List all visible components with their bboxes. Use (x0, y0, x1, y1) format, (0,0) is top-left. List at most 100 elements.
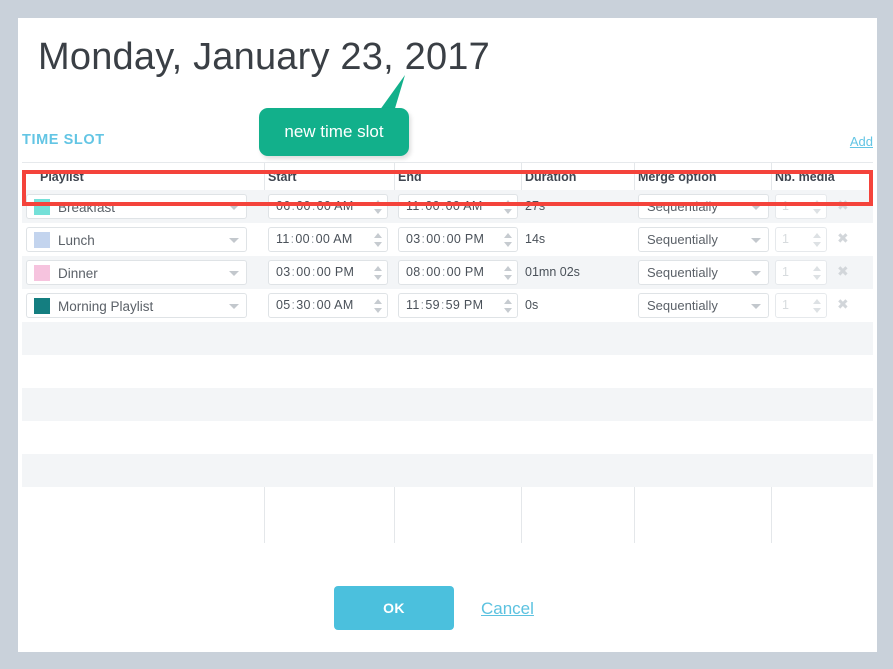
playlist-name: Lunch (58, 233, 95, 248)
nb-media-stepper: 1 (775, 293, 827, 318)
stepper-up-icon[interactable] (504, 266, 512, 271)
chevron-down-icon[interactable] (751, 271, 761, 276)
ok-button[interactable]: OK (334, 586, 454, 630)
start-time-input[interactable]: 11:00:00 AM (268, 227, 388, 252)
playlist-name: Morning Playlist (58, 299, 154, 314)
column-header-start: Start (268, 170, 297, 184)
chevron-down-icon[interactable] (229, 205, 239, 210)
playlist-color-swatch (34, 199, 50, 215)
section-title: TIME SLOT (22, 132, 105, 148)
stepper-down-icon[interactable] (504, 242, 512, 247)
stepper-down-icon[interactable] (504, 308, 512, 313)
chevron-down-icon[interactable] (229, 271, 239, 276)
playlist-select[interactable]: Breakfast (26, 194, 247, 219)
add-link[interactable]: Add (850, 134, 873, 149)
end-time-input[interactable]: 03:00:00 PM (398, 227, 518, 252)
stepper-down-icon[interactable] (374, 308, 382, 313)
table-row-empty (22, 421, 873, 454)
chevron-down-icon[interactable] (229, 238, 239, 243)
merge-option-select[interactable]: Sequentially (638, 194, 769, 219)
end-time-input-value: 08:00:00 PM (406, 265, 485, 279)
end-time-input-value: 11:59:59 PM (406, 298, 484, 312)
nb-media-value: 1 (782, 265, 789, 279)
stepper-down-icon (813, 308, 821, 313)
stepper-up-icon[interactable] (504, 200, 512, 205)
stepper-down-icon[interactable] (504, 275, 512, 280)
end-time-input[interactable]: 11:59:59 PM (398, 293, 518, 318)
chevron-down-icon[interactable] (751, 304, 761, 309)
stepper-up-icon[interactable] (504, 233, 512, 238)
table-row-empty (22, 322, 873, 355)
stepper-down-icon (813, 209, 821, 214)
stepper-down-icon[interactable] (374, 242, 382, 247)
duration-value: 01mn 02s (525, 265, 580, 279)
merge-option-select[interactable]: Sequentially (638, 293, 769, 318)
end-time-input[interactable]: 11:00:00 AM (398, 194, 518, 219)
stepper-down-icon (813, 242, 821, 247)
stepper-down-icon (813, 275, 821, 280)
start-time-input[interactable]: 03:00:00 PM (268, 260, 388, 285)
cancel-link[interactable]: Cancel (481, 599, 534, 619)
stepper-up-icon (813, 200, 821, 205)
column-header-playlist: Playlist (40, 170, 84, 184)
nb-media-stepper: 1 (775, 194, 827, 219)
playlist-name: Breakfast (58, 200, 116, 215)
section-header: TIME SLOT Add (22, 132, 873, 160)
playlist-color-swatch (34, 298, 50, 314)
page-title: Monday, January 23, 2017 (38, 36, 490, 78)
playlist-select[interactable]: Lunch (26, 227, 247, 252)
table-row[interactable]: Dinner 03:00:00 PM 08:00:00 PM 01mn 02s Sequ… (22, 256, 873, 290)
dialog-panel: Monday, January 23, 2017 TIME SLOT Add P… (18, 18, 877, 652)
delete-row-icon: ✖ (837, 297, 849, 313)
table-row[interactable]: Lunch 11:00:00 AM 03:00:00 PM 14s Sequential… (22, 223, 873, 257)
nb-media-value: 1 (782, 298, 789, 312)
chevron-down-icon[interactable] (751, 238, 761, 243)
nb-media-value: 1 (782, 232, 789, 246)
delete-row-icon: ✖ (837, 264, 849, 280)
merge-option-select[interactable]: Sequentially (638, 260, 769, 285)
stepper-down-icon[interactable] (504, 209, 512, 214)
stepper-up-icon[interactable] (374, 266, 382, 271)
merge-option-value: Sequentially (647, 298, 718, 313)
table-row-empty (22, 388, 873, 421)
stepper-up-icon[interactable] (374, 233, 382, 238)
stepper-up-icon (813, 233, 821, 238)
stepper-down-icon[interactable] (374, 275, 382, 280)
time-slot-table: Playlist Start End Duration Merge option Nb. … (22, 163, 873, 543)
merge-option-select[interactable]: Sequentially (638, 227, 769, 252)
playlist-select[interactable]: Dinner (26, 260, 247, 285)
column-header-merge: Merge option (638, 170, 717, 184)
table-header-row: Playlist Start End Duration Merge option Nb. … (22, 163, 873, 190)
nb-media-stepper: 1 (775, 260, 827, 285)
dialog-footer: OK Cancel (18, 570, 877, 650)
merge-option-value: Sequentially (647, 232, 718, 247)
start-time-input-value: 11:00:00 AM (276, 232, 353, 246)
table-row[interactable]: Morning Playlist 05:30:00 AM 11:59:59 PM 0s… (22, 289, 873, 323)
table-row[interactable]: Breakfast 06:00:00 AM 11:00:00 AM 27s Sequen… (22, 190, 873, 224)
end-time-input[interactable]: 08:00:00 PM (398, 260, 518, 285)
delete-row-icon: ✖ (837, 231, 849, 247)
start-time-input-value: 06:00:00 AM (276, 199, 354, 213)
chevron-down-icon[interactable] (751, 205, 761, 210)
stepper-up-icon[interactable] (374, 299, 382, 304)
stepper-up-icon (813, 266, 821, 271)
stepper-up-icon[interactable] (504, 299, 512, 304)
start-time-input[interactable]: 05:30:00 AM (268, 293, 388, 318)
stepper-up-icon (813, 299, 821, 304)
end-time-input-value: 11:00:00 AM (406, 199, 483, 213)
table-row-empty (22, 355, 873, 388)
column-header-nbmedia: Nb. media (775, 170, 835, 184)
playlist-select[interactable]: Morning Playlist (26, 293, 247, 318)
start-time-input-value: 03:00:00 PM (276, 265, 355, 279)
playlist-name: Dinner (58, 266, 98, 281)
stepper-up-icon[interactable] (374, 200, 382, 205)
end-time-input-value: 03:00:00 PM (406, 232, 485, 246)
stepper-down-icon[interactable] (374, 209, 382, 214)
table-row-empty (22, 454, 873, 487)
callout-annotation: new time slot (259, 75, 409, 156)
merge-option-value: Sequentially (647, 265, 718, 280)
chevron-down-icon[interactable] (229, 304, 239, 309)
column-header-duration: Duration (525, 170, 577, 184)
start-time-input[interactable]: 06:00:00 AM (268, 194, 388, 219)
callout-label: new time slot (284, 122, 384, 141)
